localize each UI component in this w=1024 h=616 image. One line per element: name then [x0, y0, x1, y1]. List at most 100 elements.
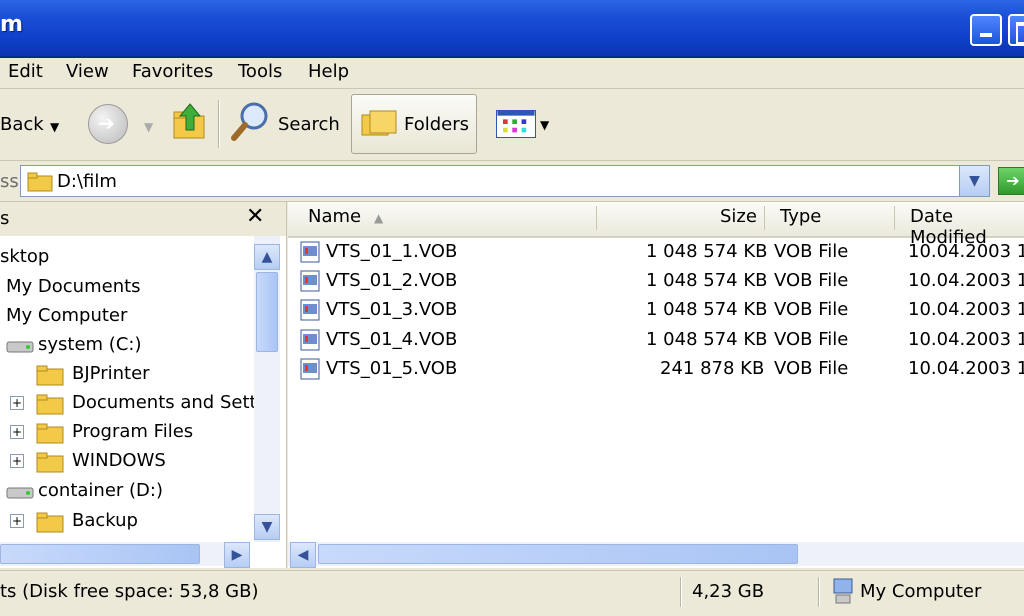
up-folder-icon[interactable] — [172, 100, 208, 140]
window-title: m — [0, 12, 23, 37]
tree-item-label: My Computer — [6, 305, 128, 326]
file-type: VOB File — [774, 299, 849, 320]
file-date: 10.04.2003 10 — [908, 270, 1024, 291]
scroll-right-icon[interactable]: ▶ — [224, 542, 250, 568]
expand-icon[interactable]: + — [10, 454, 24, 468]
column-header-type[interactable]: Type — [780, 206, 821, 227]
scroll-left-icon[interactable]: ◀ — [290, 542, 316, 568]
folders-button[interactable]: Folders — [351, 94, 477, 154]
file-size: 1 048 574 KB — [646, 329, 768, 350]
forward-icon[interactable] — [88, 104, 128, 144]
views-dropdown-icon[interactable]: ▼ — [540, 118, 549, 132]
tree-item-label: My Documents — [6, 276, 141, 297]
vob-file-icon — [300, 299, 320, 321]
close-icon[interactable]: ✕ — [246, 204, 264, 229]
file-name: VTS_01_5.VOB — [326, 358, 458, 379]
column-header-name[interactable]: Name — [308, 206, 361, 227]
menu-help[interactable]: Help — [308, 61, 349, 82]
vob-file-icon — [300, 329, 320, 351]
tree-item-label: Documents and Settin — [72, 392, 254, 413]
views-icon[interactable] — [496, 110, 536, 138]
file-list-pane: Name ▲ Size Type Date Modified VTS_01_1.… — [288, 202, 1024, 568]
tree-horizontal-scrollbar[interactable]: ▶ — [0, 542, 250, 568]
my-computer-icon — [833, 578, 853, 604]
folders-pane-title: s — [0, 208, 10, 229]
file-name: VTS_01_3.VOB — [326, 299, 458, 320]
column-separator[interactable] — [764, 206, 765, 230]
folder-icon — [36, 365, 64, 386]
file-size: 1 048 574 KB — [646, 299, 768, 320]
search-button[interactable]: Search — [278, 114, 340, 135]
address-input[interactable]: D:\film ▼ — [20, 165, 990, 197]
search-icon[interactable] — [230, 100, 272, 142]
file-date: 10.04.2003 10 — [908, 329, 1024, 350]
maximize-icon[interactable] — [1008, 14, 1024, 46]
folder-tree: sktop My Documents My Computer system (C… — [0, 236, 254, 542]
table-row[interactable]: VTS_01_4.VOB 1 048 574 KB VOB File 10.04… — [288, 326, 1024, 355]
folder-icon — [36, 512, 64, 533]
vob-file-icon — [300, 241, 320, 263]
menu-edit[interactable]: Edit — [8, 61, 43, 82]
tree-item-label: Backup — [72, 510, 138, 531]
column-header-size[interactable]: Size — [720, 206, 757, 227]
go-icon[interactable]: ➔ — [998, 167, 1024, 195]
status-free-space: ts (Disk free space: 53,8 GB) — [0, 581, 259, 602]
table-row[interactable]: VTS_01_1.VOB 1 048 574 KB VOB File 10.04… — [288, 238, 1024, 267]
folder-icon — [36, 423, 64, 444]
file-type: VOB File — [774, 329, 849, 350]
file-type: VOB File — [774, 358, 849, 379]
tree-vertical-scrollbar[interactable]: ▲ ▼ — [254, 236, 280, 542]
vob-file-icon — [300, 358, 320, 380]
scroll-up-icon[interactable]: ▲ — [254, 244, 280, 270]
address-dropdown-icon[interactable]: ▼ — [959, 166, 989, 196]
scroll-thumb[interactable] — [0, 544, 200, 564]
status-separator — [680, 577, 682, 607]
sort-ascending-icon: ▲ — [374, 211, 384, 225]
toolbar: Back ▼ ▼ Search Folders ▼ — [0, 90, 1024, 161]
table-row[interactable]: VTS_01_5.VOB 241 878 KB VOB File 10.04.2… — [288, 355, 1024, 384]
file-size: 241 878 KB — [660, 358, 765, 379]
scroll-thumb[interactable] — [256, 272, 278, 352]
file-date: 10.04.2003 10 — [908, 299, 1024, 320]
folders-label: Folders — [404, 114, 470, 135]
file-list-header: Name ▲ Size Type Date Modified — [288, 202, 1024, 248]
menu-view[interactable]: View — [66, 61, 109, 82]
folders-pane: s ✕ sktop My Documents My Computer syste… — [0, 202, 287, 568]
tree-item-label: container (D:) — [38, 480, 163, 501]
address-value: D:\film — [57, 171, 117, 192]
folder-icon — [27, 172, 53, 192]
column-separator[interactable] — [596, 206, 597, 230]
menu-favorites[interactable]: Favorites — [132, 61, 213, 82]
tree-item-label: system (C:) — [38, 334, 142, 355]
back-dropdown-icon[interactable]: ▼ — [50, 120, 59, 134]
column-separator[interactable] — [894, 206, 895, 230]
file-list-horizontal-scrollbar[interactable]: ◀ — [288, 542, 1024, 568]
table-row[interactable]: VTS_01_2.VOB 1 048 574 KB VOB File 10.04… — [288, 267, 1024, 296]
file-name: VTS_01_1.VOB — [326, 241, 458, 262]
address-bar: ss D:\film ▼ ➔ — [0, 161, 1024, 202]
file-name: VTS_01_2.VOB — [326, 270, 458, 291]
folders-icon — [361, 110, 397, 136]
tree-item-label: Program Files — [72, 421, 194, 442]
expand-icon[interactable]: + — [10, 396, 24, 410]
minimize-icon[interactable] — [970, 14, 1002, 46]
folders-pane-header: s ✕ — [0, 202, 286, 236]
status-location: My Computer — [860, 581, 982, 602]
forward-dropdown-icon[interactable]: ▼ — [144, 120, 153, 134]
file-size: 1 048 574 KB — [646, 241, 768, 262]
file-type: VOB File — [774, 241, 849, 262]
expand-icon[interactable]: + — [10, 425, 24, 439]
menu-tools[interactable]: Tools — [238, 61, 282, 82]
drive-icon — [6, 487, 34, 499]
title-bar: m — [0, 0, 1024, 58]
table-row[interactable]: VTS_01_3.VOB 1 048 574 KB VOB File 10.04… — [288, 296, 1024, 325]
folder-icon — [36, 394, 64, 415]
expand-icon[interactable]: + — [10, 514, 24, 528]
scroll-down-icon[interactable]: ▼ — [254, 514, 280, 540]
folder-icon — [36, 452, 64, 473]
back-button[interactable]: Back — [0, 114, 44, 135]
file-type: VOB File — [774, 270, 849, 291]
tree-item-label: sktop — [0, 246, 50, 267]
scroll-thumb[interactable] — [318, 544, 798, 564]
tree-item-label: WINDOWS — [72, 450, 166, 471]
